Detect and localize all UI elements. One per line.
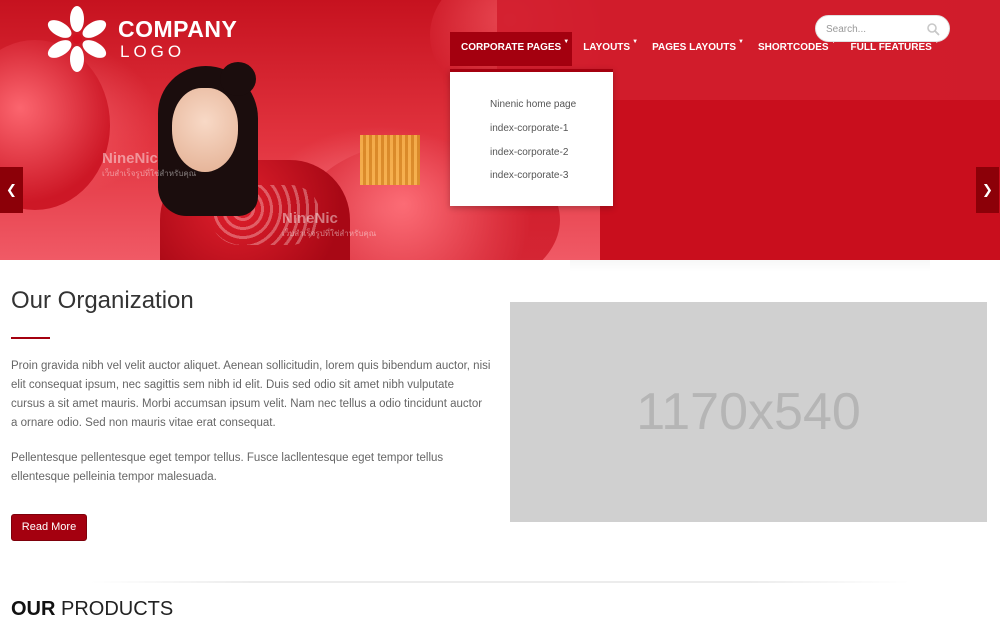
hero-shadow bbox=[570, 260, 930, 272]
watermark-brand: NineNic bbox=[102, 150, 158, 167]
search-icon[interactable] bbox=[926, 22, 940, 36]
search-box bbox=[815, 15, 950, 42]
watermark: NineNic เว็บสำเร็จรูปที่ใช่สำหรับคุณ bbox=[282, 210, 376, 240]
title-underline bbox=[11, 337, 50, 339]
nav-label: CORPORATE PAGES bbox=[461, 42, 562, 53]
nav-label: FULL FEATURES bbox=[850, 42, 932, 53]
organization-paragraph: Pellentesque pellentesque eget tempor te… bbox=[11, 452, 444, 483]
search-input[interactable] bbox=[826, 21, 926, 37]
nav-layouts[interactable]: LAYOUTS ▼ bbox=[572, 32, 641, 66]
products-heading-rest: PRODUCTS bbox=[55, 598, 174, 620]
nav-label: SHORTCODES bbox=[757, 42, 829, 53]
watermark-tagline: เว็บสำเร็จรูปที่ใช่สำหรับคุณ bbox=[282, 229, 377, 238]
image-placeholder: 1170x540 bbox=[510, 302, 987, 522]
caret-down-icon: ▼ bbox=[632, 39, 639, 45]
company-logo[interactable]: COMPANY LOGO bbox=[46, 6, 246, 76]
dropdown-item-corporate-3[interactable]: index-corporate-3 bbox=[490, 170, 568, 181]
watermark-tagline: เว็บสำเร็จรูปที่ใช่สำหรับคุณ bbox=[102, 169, 197, 178]
nav-pages-layouts[interactable]: PAGES LAYOUTS ▼ bbox=[641, 32, 747, 66]
logo-subtitle: LOGO bbox=[120, 42, 186, 61]
dropdown-item-corporate-1[interactable]: index-corporate-1 bbox=[490, 123, 568, 134]
products-heading: OUR PRODUCTS bbox=[11, 598, 173, 621]
slider-prev-button[interactable]: ❮ bbox=[0, 167, 23, 213]
chevron-right-icon: ❯ bbox=[982, 182, 993, 197]
corporate-pages-dropdown: Ninenic home page index-corporate-1 inde… bbox=[450, 69, 613, 206]
image-placeholder-label: 1170x540 bbox=[636, 383, 861, 441]
logo-title: COMPANY bbox=[118, 16, 238, 42]
nav-corporate-pages[interactable]: CORPORATE PAGES ▼ bbox=[450, 32, 573, 66]
nav-label: LAYOUTS bbox=[583, 42, 631, 53]
organization-title: Our Organization bbox=[11, 287, 194, 314]
flower-logo-icon bbox=[47, 6, 107, 72]
chevron-left-icon: ❮ bbox=[6, 182, 17, 197]
hero-red-panel bbox=[600, 100, 1000, 260]
slider-next-button[interactable]: ❯ bbox=[976, 167, 999, 213]
lantern-tassel bbox=[360, 135, 420, 185]
caret-down-icon: ▼ bbox=[563, 39, 570, 45]
section-divider bbox=[90, 581, 910, 583]
products-heading-bold: OUR bbox=[11, 598, 56, 620]
organization-paragraph: Proin gravida nibh vel velit auctor aliq… bbox=[11, 360, 491, 429]
caret-down-icon: ▼ bbox=[738, 39, 744, 45]
read-more-button[interactable]: Read More bbox=[11, 514, 87, 541]
dropdown-item-corporate-2[interactable]: index-corporate-2 bbox=[490, 147, 568, 158]
dropdown-item-ninenic-home[interactable]: Ninenic home page bbox=[490, 99, 576, 110]
watermark-brand: NineNic bbox=[282, 210, 338, 227]
watermark: NineNic เว็บสำเร็จรูปที่ใช่สำหรับคุณ bbox=[102, 150, 196, 180]
nav-label: PAGES LAYOUTS bbox=[652, 42, 736, 53]
